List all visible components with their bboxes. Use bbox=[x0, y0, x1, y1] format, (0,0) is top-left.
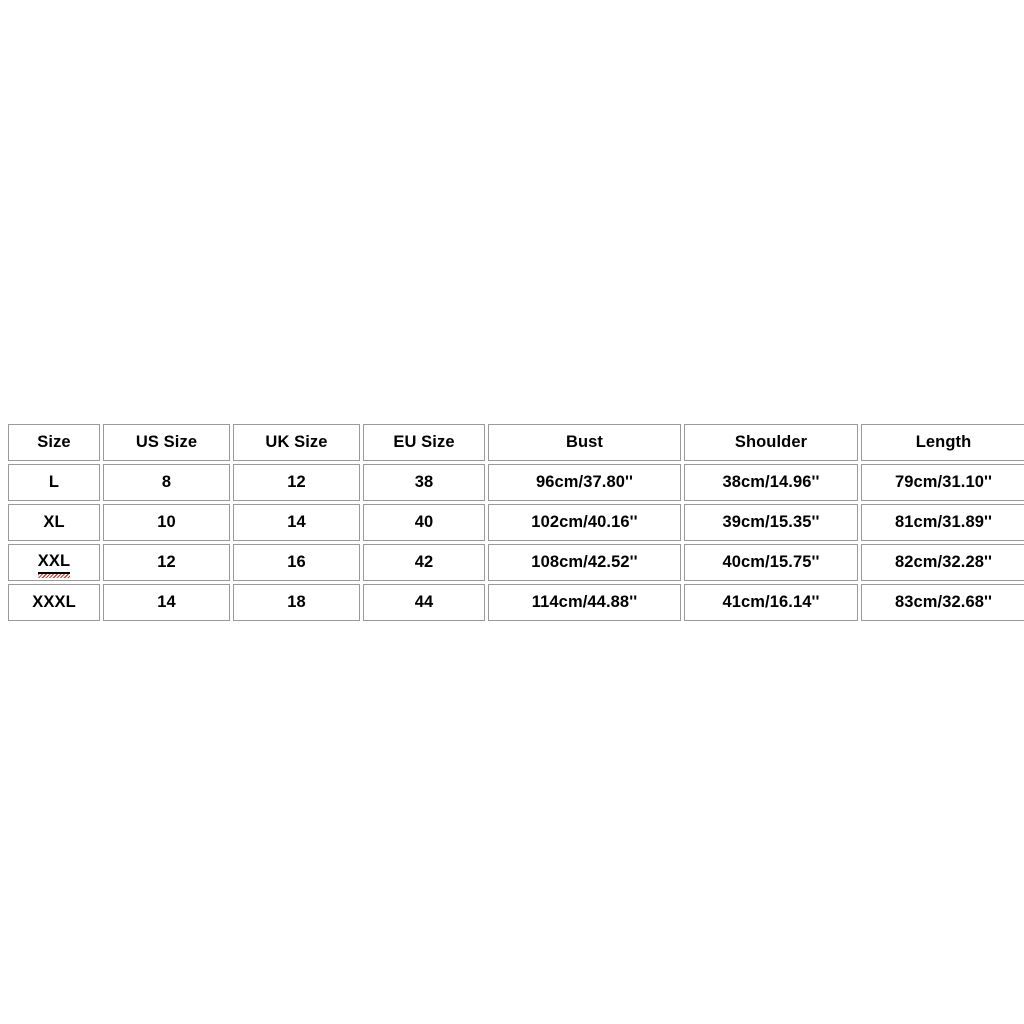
cell-size: XXL bbox=[8, 544, 100, 581]
table-row: L 8 12 38 96cm/37.80'' 38cm/14.96'' 79cm… bbox=[8, 464, 1024, 501]
table-body: L 8 12 38 96cm/37.80'' 38cm/14.96'' 79cm… bbox=[8, 464, 1024, 621]
cell-shoulder: 38cm/14.96'' bbox=[684, 464, 858, 501]
size-label: L bbox=[48, 473, 60, 491]
cell-eu-size: 44 bbox=[363, 584, 485, 621]
cell-size: XXXL bbox=[8, 584, 100, 621]
cell-uk-size: 18 bbox=[233, 584, 360, 621]
cell-uk-size: 14 bbox=[233, 504, 360, 541]
column-header-size: Size bbox=[8, 424, 100, 461]
size-label: XXXL bbox=[32, 593, 76, 611]
size-chart-table: Size US Size UK Size EU Size Bust Should… bbox=[5, 421, 1024, 624]
cell-shoulder: 41cm/16.14'' bbox=[684, 584, 858, 621]
column-header-length: Length bbox=[861, 424, 1024, 461]
cell-uk-size: 16 bbox=[233, 544, 360, 581]
cell-us-size: 14 bbox=[103, 584, 230, 621]
cell-us-size: 12 bbox=[103, 544, 230, 581]
cell-eu-size: 40 bbox=[363, 504, 485, 541]
table-row: XXXL 14 18 44 114cm/44.88'' 41cm/16.14''… bbox=[8, 584, 1024, 621]
cell-bust: 102cm/40.16'' bbox=[488, 504, 681, 541]
cell-size: L bbox=[8, 464, 100, 501]
size-label-spellcheck-marked: XXL bbox=[37, 552, 71, 578]
cell-size: XL bbox=[8, 504, 100, 541]
size-chart-container: Size US Size UK Size EU Size Bust Should… bbox=[5, 421, 1024, 624]
column-header-uk-size: UK Size bbox=[233, 424, 360, 461]
column-header-shoulder: Shoulder bbox=[684, 424, 858, 461]
page-canvas: Size US Size UK Size EU Size Bust Should… bbox=[0, 0, 1024, 1024]
cell-length: 83cm/32.68'' bbox=[861, 584, 1024, 621]
cell-bust: 108cm/42.52'' bbox=[488, 544, 681, 581]
cell-eu-size: 38 bbox=[363, 464, 485, 501]
cell-length: 81cm/31.89'' bbox=[861, 504, 1024, 541]
cell-us-size: 8 bbox=[103, 464, 230, 501]
table-row: XL 10 14 40 102cm/40.16'' 39cm/15.35'' 8… bbox=[8, 504, 1024, 541]
cell-bust: 114cm/44.88'' bbox=[488, 584, 681, 621]
cell-eu-size: 42 bbox=[363, 544, 485, 581]
table-header: Size US Size UK Size EU Size Bust Should… bbox=[8, 424, 1024, 461]
table-row: XXL 12 16 42 108cm/42.52'' 40cm/15.75'' … bbox=[8, 544, 1024, 581]
cell-length: 82cm/32.28'' bbox=[861, 544, 1024, 581]
cell-uk-size: 12 bbox=[233, 464, 360, 501]
column-header-bust: Bust bbox=[488, 424, 681, 461]
size-label: XL bbox=[43, 513, 65, 531]
cell-bust: 96cm/37.80'' bbox=[488, 464, 681, 501]
column-header-eu-size: EU Size bbox=[363, 424, 485, 461]
column-header-us-size: US Size bbox=[103, 424, 230, 461]
table-header-row: Size US Size UK Size EU Size Bust Should… bbox=[8, 424, 1024, 461]
cell-shoulder: 39cm/15.35'' bbox=[684, 504, 858, 541]
cell-us-size: 10 bbox=[103, 504, 230, 541]
cell-shoulder: 40cm/15.75'' bbox=[684, 544, 858, 581]
cell-length: 79cm/31.10'' bbox=[861, 464, 1024, 501]
